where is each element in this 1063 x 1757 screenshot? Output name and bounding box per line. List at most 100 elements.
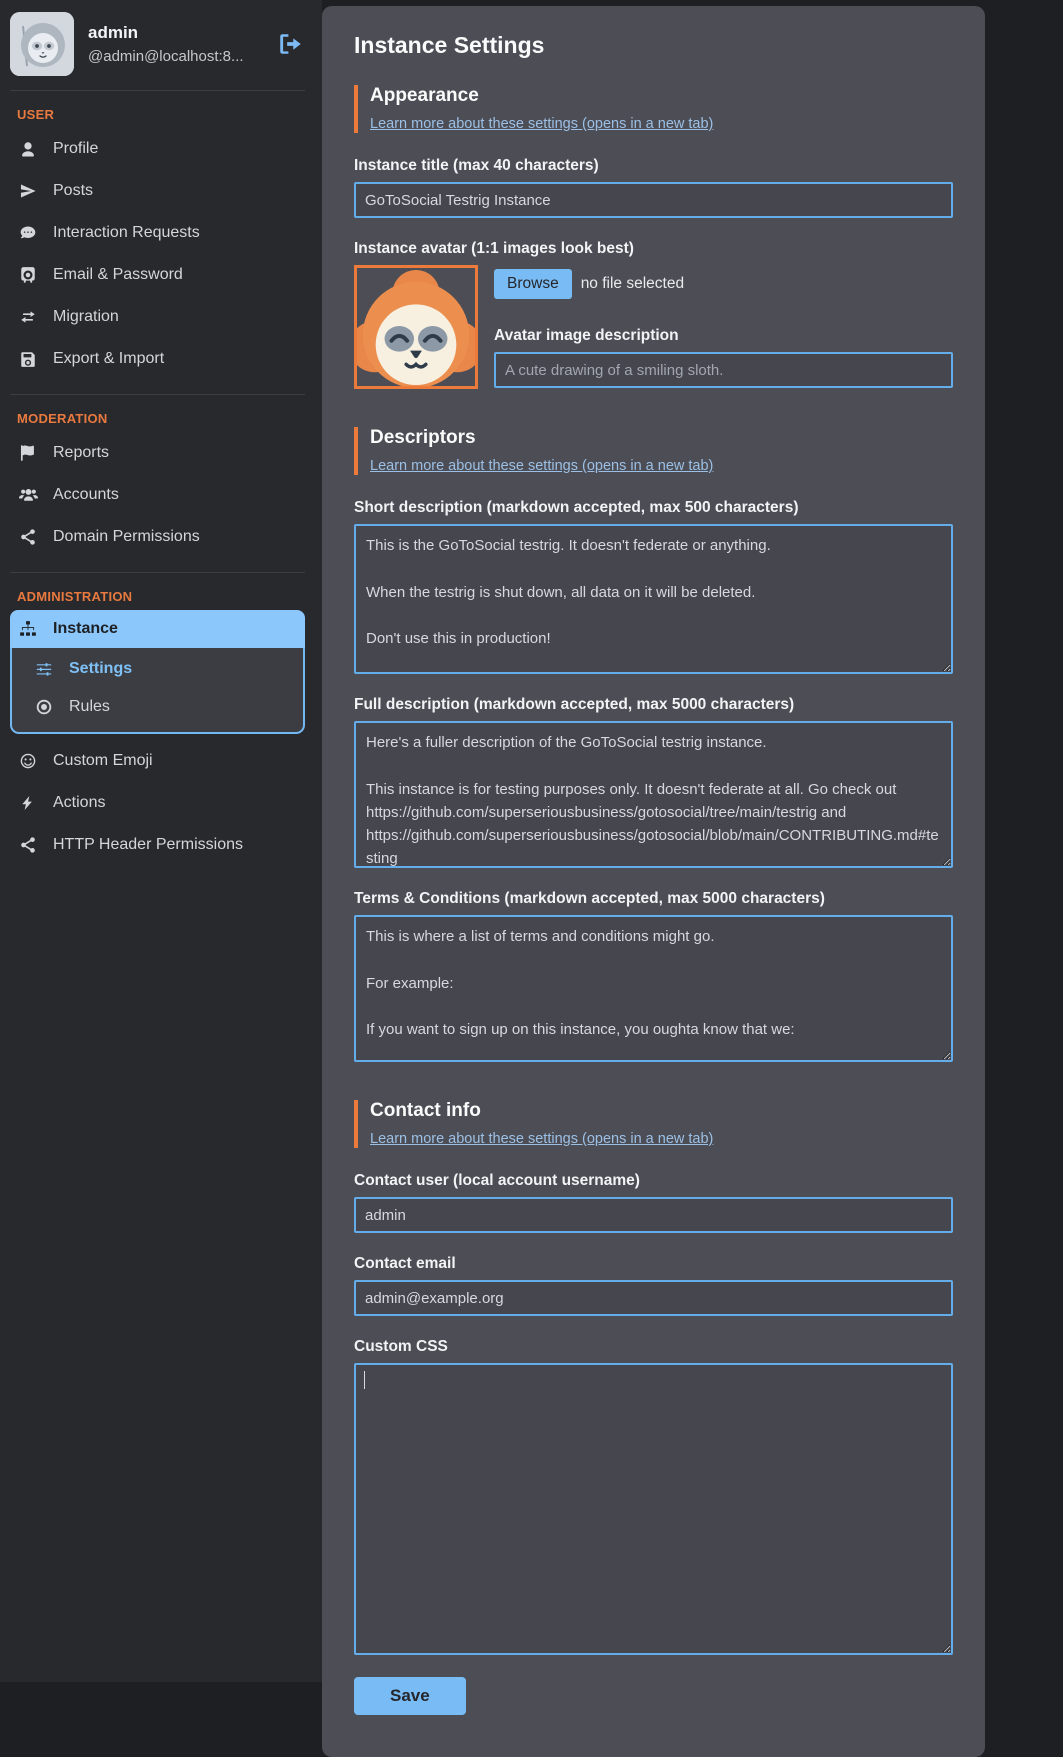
divider bbox=[10, 572, 305, 573]
sidebar: admin @admin@localhost:8... USER Profile… bbox=[0, 0, 322, 1682]
floppy-disk-icon bbox=[18, 350, 38, 368]
field-label: Terms & Conditions (markdown accepted, m… bbox=[354, 890, 953, 908]
sidebar-item-label: Posts bbox=[53, 182, 93, 200]
user-meta: admin @admin@localhost:8... bbox=[88, 23, 263, 65]
sidebar-item-label: HTTP Header Permissions bbox=[53, 836, 243, 854]
terms-field: Terms & Conditions (markdown accepted, m… bbox=[354, 890, 953, 1062]
avatar-description-input[interactable] bbox=[494, 352, 953, 388]
instance-title-field: Instance title (max 40 characters) bbox=[354, 157, 953, 218]
paper-plane-icon bbox=[18, 182, 38, 200]
sidebar-item-label: Custom Emoji bbox=[53, 752, 153, 770]
sidebar-item-settings[interactable]: Settings bbox=[12, 650, 303, 688]
divider bbox=[10, 394, 305, 395]
learn-more-link[interactable]: Learn more about these settings (opens i… bbox=[370, 116, 713, 132]
instance-settings-panel: Instance Settings Appearance Learn more … bbox=[322, 6, 985, 1757]
sidebar-item-reports[interactable]: Reports bbox=[10, 432, 305, 474]
vault-icon bbox=[18, 266, 38, 284]
app-root: admin @admin@localhost:8... USER Profile… bbox=[0, 0, 1063, 1757]
sidebar-item-posts[interactable]: Posts bbox=[10, 170, 305, 212]
field-label: Avatar image description bbox=[494, 327, 953, 345]
nav-section-administration: ADMINISTRATION bbox=[17, 589, 305, 604]
user-icon bbox=[18, 140, 38, 158]
sidebar-item-actions[interactable]: Actions bbox=[10, 782, 305, 824]
circle-dot-icon bbox=[34, 698, 54, 716]
share-nodes-icon bbox=[18, 528, 38, 546]
flag-icon bbox=[18, 444, 38, 462]
smile-icon bbox=[18, 752, 38, 770]
short-description-field: Short description (markdown accepted, ma… bbox=[354, 499, 953, 674]
sidebar-item-profile[interactable]: Profile bbox=[10, 128, 305, 170]
contact-user-input[interactable] bbox=[354, 1197, 953, 1233]
full-description-field: Full description (markdown accepted, max… bbox=[354, 696, 953, 868]
sitemap-icon bbox=[18, 620, 38, 638]
contact-email-input[interactable] bbox=[354, 1280, 953, 1316]
right-left-arrows-icon bbox=[18, 308, 38, 326]
instance-title-input[interactable] bbox=[354, 182, 953, 218]
sidebar-item-rules[interactable]: Rules bbox=[12, 688, 303, 726]
sidebar-item-export-import[interactable]: Export & Import bbox=[10, 338, 305, 380]
sidebar-item-label: Email & Password bbox=[53, 266, 183, 284]
field-label: Full description (markdown accepted, max… bbox=[354, 696, 953, 714]
user-handle: @admin@localhost:8... bbox=[88, 48, 263, 65]
section-title: Appearance bbox=[370, 85, 953, 107]
instance-submenu: Settings Rules bbox=[10, 648, 305, 734]
sloth-avatar-small bbox=[10, 12, 74, 76]
sidebar-item-label: Settings bbox=[69, 660, 132, 678]
sidebar-item-accounts[interactable]: Accounts bbox=[10, 474, 305, 516]
section-descriptors: Descriptors Learn more about these setti… bbox=[354, 427, 953, 475]
file-status-text: no file selected bbox=[581, 275, 684, 293]
section-title: Contact info bbox=[370, 1100, 953, 1122]
nav-section-moderation: MODERATION bbox=[17, 411, 305, 426]
sidebar-item-label: Accounts bbox=[53, 486, 119, 504]
divider bbox=[10, 90, 305, 91]
full-description-textarea[interactable]: Here's a fuller description of the GoToS… bbox=[354, 721, 953, 868]
save-button[interactable]: Save bbox=[354, 1677, 466, 1715]
contact-email-field: Contact email bbox=[354, 1255, 953, 1316]
nav-section-user: USER bbox=[17, 107, 305, 122]
short-description-textarea[interactable]: This is the GoToSocial testrig. It doesn… bbox=[354, 524, 953, 674]
sign-out-icon[interactable] bbox=[277, 31, 303, 57]
sidebar-item-migration[interactable]: Migration bbox=[10, 296, 305, 338]
sidebar-item-label: Interaction Requests bbox=[53, 224, 200, 242]
section-contact-info: Contact info Learn more about these sett… bbox=[354, 1100, 953, 1148]
sidebar-item-label: Domain Permissions bbox=[53, 528, 200, 546]
custom-css-textarea[interactable] bbox=[354, 1363, 953, 1655]
browse-button[interactable]: Browse bbox=[494, 269, 572, 299]
field-label: Custom CSS bbox=[354, 1338, 953, 1356]
field-label: Contact user (local account username) bbox=[354, 1172, 953, 1190]
comment-dots-icon bbox=[18, 224, 38, 242]
user-name: admin bbox=[88, 23, 263, 43]
custom-css-field: Custom CSS bbox=[354, 1338, 953, 1655]
sidebar-item-domain-permissions[interactable]: Domain Permissions bbox=[10, 516, 305, 558]
sidebar-item-label: Instance bbox=[53, 620, 118, 638]
sidebar-item-instance[interactable]: Instance bbox=[10, 610, 305, 648]
user-card: admin @admin@localhost:8... bbox=[10, 10, 305, 90]
sloth-avatar-large bbox=[357, 268, 475, 386]
user-avatar bbox=[10, 12, 74, 76]
share-nodes-icon bbox=[18, 836, 38, 854]
contact-user-field: Contact user (local account username) bbox=[354, 1172, 953, 1233]
section-appearance: Appearance Learn more about these settin… bbox=[354, 85, 953, 133]
field-label: Instance avatar (1:1 images look best) bbox=[354, 240, 953, 258]
sidebar-item-label: Profile bbox=[53, 140, 98, 158]
instance-avatar-field: Instance avatar (1:1 images look best) bbox=[354, 240, 953, 389]
sidebar-item-custom-emoji[interactable]: Custom Emoji bbox=[10, 740, 305, 782]
field-label: Short description (markdown accepted, ma… bbox=[354, 499, 953, 517]
sidebar-item-interaction-requests[interactable]: Interaction Requests bbox=[10, 212, 305, 254]
page-title: Instance Settings bbox=[354, 32, 953, 59]
section-title: Descriptors bbox=[370, 427, 953, 449]
field-label: Contact email bbox=[354, 1255, 953, 1273]
field-label: Instance title (max 40 characters) bbox=[354, 157, 953, 175]
sidebar-item-email-password[interactable]: Email & Password bbox=[10, 254, 305, 296]
learn-more-link[interactable]: Learn more about these settings (opens i… bbox=[370, 1131, 713, 1147]
sidebar-item-http-header-permissions[interactable]: HTTP Header Permissions bbox=[10, 824, 305, 866]
sidebar-item-label: Migration bbox=[53, 308, 119, 326]
sidebar-item-label: Rules bbox=[69, 698, 110, 716]
users-icon bbox=[18, 486, 38, 505]
bolt-icon bbox=[18, 794, 38, 812]
sliders-icon bbox=[34, 660, 54, 678]
learn-more-link[interactable]: Learn more about these settings (opens i… bbox=[370, 458, 713, 474]
terms-textarea[interactable]: This is where a list of terms and condit… bbox=[354, 915, 953, 1062]
sidebar-item-label: Export & Import bbox=[53, 350, 164, 368]
sidebar-item-label: Actions bbox=[53, 794, 105, 812]
